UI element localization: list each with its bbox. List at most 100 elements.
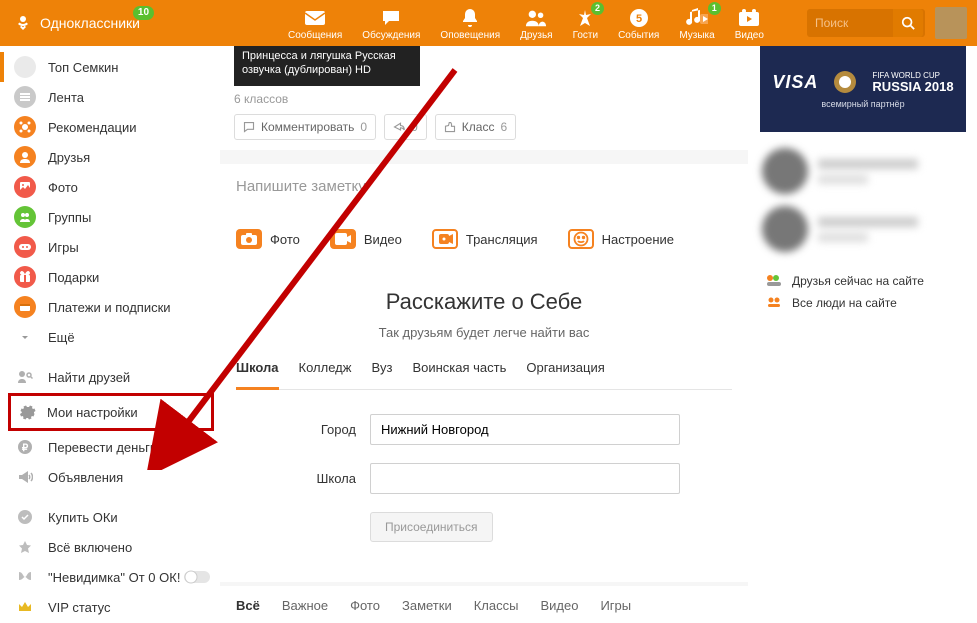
friends-icon [525, 8, 547, 28]
settings-highlight: Мои настройки [8, 393, 214, 431]
about-tab-0[interactable]: Школа [236, 360, 279, 390]
about-tab-1[interactable]: Колледж [299, 360, 352, 381]
all-inclusive-icon [14, 536, 36, 558]
more-icon [14, 326, 36, 348]
sidebar-item-payments[interactable]: Платежи и подписки [0, 292, 220, 322]
sidebar-item-friends[interactable]: Друзья [0, 142, 220, 172]
find-friends-icon [14, 366, 36, 388]
nav-guests[interactable]: Гости2 [563, 4, 608, 43]
logo[interactable]: Одноклассники 10 [4, 12, 148, 34]
nav-messages[interactable]: Сообщения [278, 4, 352, 43]
stream-icon [432, 229, 458, 249]
school-input[interactable] [370, 463, 680, 494]
layout: Топ Семкин ЛентаРекомендации Друзья Фото Гр… [0, 46, 977, 609]
composer-mood[interactable]: Настроение [568, 229, 674, 249]
filter-tab-0[interactable]: Всё [236, 598, 260, 613]
sidebar-item-label: Группы [48, 210, 91, 225]
friends-icon [14, 146, 36, 168]
sidebar-item-invisible[interactable]: "Невидимка" От 0 ОК! [0, 562, 220, 592]
about-tab-4[interactable]: Организация [526, 360, 604, 381]
sidebar-profile[interactable]: Топ Семкин [0, 52, 220, 82]
post-thumbnail[interactable]: Принцесса и лягушка Русская озвучка (дуб… [234, 46, 420, 86]
sidebar-item-my-settings[interactable]: Мои настройки [11, 397, 211, 427]
sidebar-item-groups[interactable]: Группы [0, 202, 220, 232]
search-button[interactable] [893, 9, 923, 37]
search-input[interactable] [807, 16, 893, 30]
nav-label: Музыка [679, 30, 714, 41]
my-settings-icon [17, 401, 39, 423]
sidebar-item-transfer-money[interactable]: ₽Перевести деньги [0, 432, 220, 462]
class-button[interactable]: Класс 6 [435, 114, 516, 140]
sidebar-item-find-friends[interactable]: Найти друзей [0, 362, 220, 392]
filter-tab-2[interactable]: Фото [350, 598, 380, 613]
about-heading: Расскажите о Себе [236, 289, 732, 315]
topbar: Одноклассники 10 Сообщения ОбсужденияОпов… [0, 0, 977, 46]
all-people-online-link[interactable]: Все люди на сайте [762, 292, 964, 314]
friend-suggestion[interactable] [762, 200, 964, 258]
filter-tab-3[interactable]: Заметки [402, 598, 452, 613]
sidebar-item-label: VIP статус [48, 600, 111, 615]
nav-label: Сообщения [288, 30, 342, 41]
toggle-icon[interactable] [184, 570, 210, 584]
groups-icon [14, 206, 36, 228]
comment-button[interactable]: Комментировать 0 [234, 114, 376, 140]
nav-music[interactable]: Музыка1 [669, 4, 724, 43]
friends-online-link[interactable]: Друзья сейчас на сайте [762, 270, 964, 292]
sidebar-item-label: Друзья [48, 150, 90, 165]
composer-stream[interactable]: Трансляция [432, 229, 538, 249]
composer-title[interactable]: Напишите заметку [236, 178, 732, 195]
nav-events[interactable]: 5События [608, 4, 669, 43]
sidebar-item-photos[interactable]: Фото [0, 172, 220, 202]
about-tab-2[interactable]: Вуз [371, 360, 392, 381]
ad-banner[interactable]: VISA FIFA WORLD CUP RUSSIA 2018 всемирны… [760, 46, 966, 132]
filter-tab-1[interactable]: Важное [282, 598, 328, 613]
sidebar-item-label: Найти друзей [48, 370, 130, 385]
sidebar-item-games[interactable]: Игры [0, 232, 220, 262]
nav-video[interactable]: Видео [725, 4, 774, 43]
nav-notifications[interactable]: Оповещения [430, 4, 510, 43]
sidebar-item-more[interactable]: Ещё [0, 322, 220, 352]
about-tabs: Школа Колледж Вуз Воинская часть Организация [236, 360, 732, 390]
about-subtitle: Так друзьям будет легче найти вас [236, 325, 732, 340]
composer-photo[interactable]: Фото [236, 229, 300, 249]
sidebar-item-gifts[interactable]: Подарки [0, 262, 220, 292]
svg-text:₽: ₽ [22, 443, 29, 454]
visa-logo: VISA [772, 72, 818, 93]
discussions-icon [380, 8, 402, 28]
sidebar-item-ads[interactable]: Объявления [0, 462, 220, 492]
nav-discussions[interactable]: Обсуждения [352, 4, 430, 43]
sidebar-item-vip[interactable]: VIP статус [0, 592, 220, 622]
sidebar-item-label: Платежи и подписки [48, 300, 171, 315]
about-tab-3[interactable]: Воинская часть [412, 360, 506, 381]
share-button[interactable]: 0 [384, 114, 427, 140]
filter-tab-5[interactable]: Видео [540, 598, 578, 613]
sidebar-item-buy-oks[interactable]: Купить ОКи [0, 502, 220, 532]
composer-action-label: Трансляция [466, 232, 538, 247]
filter-tab-4[interactable]: Классы [474, 598, 519, 613]
composer-video[interactable]: Видео [330, 229, 402, 249]
profile-name: Топ Семкин [48, 60, 119, 75]
nav-friends[interactable]: Друзья [510, 4, 562, 43]
composer-action-label: Видео [364, 232, 402, 247]
sidebar-item-recommendations[interactable]: Рекомендации [0, 112, 220, 142]
logo-text: Одноклассники [40, 15, 140, 31]
friends-online-icon [766, 274, 784, 288]
vip-icon [14, 596, 36, 618]
join-button[interactable]: Присоединиться [370, 512, 493, 542]
user-avatar[interactable] [935, 7, 967, 39]
notifications-icon [459, 8, 481, 28]
sidebar: Топ Семкин ЛентаРекомендации Друзья Фото Гр… [0, 46, 220, 609]
filter-tab-6[interactable]: Игры [600, 598, 631, 613]
friend-suggestion[interactable] [762, 142, 964, 200]
sidebar-item-all-inclusive[interactable]: Всё включено [0, 532, 220, 562]
mood-icon [568, 229, 594, 249]
avatar-icon [14, 56, 36, 78]
messages-icon [304, 8, 326, 28]
events-icon: 5 [628, 8, 650, 28]
city-input[interactable] [370, 414, 680, 445]
video-icon [738, 8, 760, 28]
ok-logo-icon [12, 12, 34, 34]
search-box [807, 9, 925, 37]
sidebar-item-label: Ещё [48, 330, 75, 345]
sidebar-item-feed[interactable]: Лента [0, 82, 220, 112]
